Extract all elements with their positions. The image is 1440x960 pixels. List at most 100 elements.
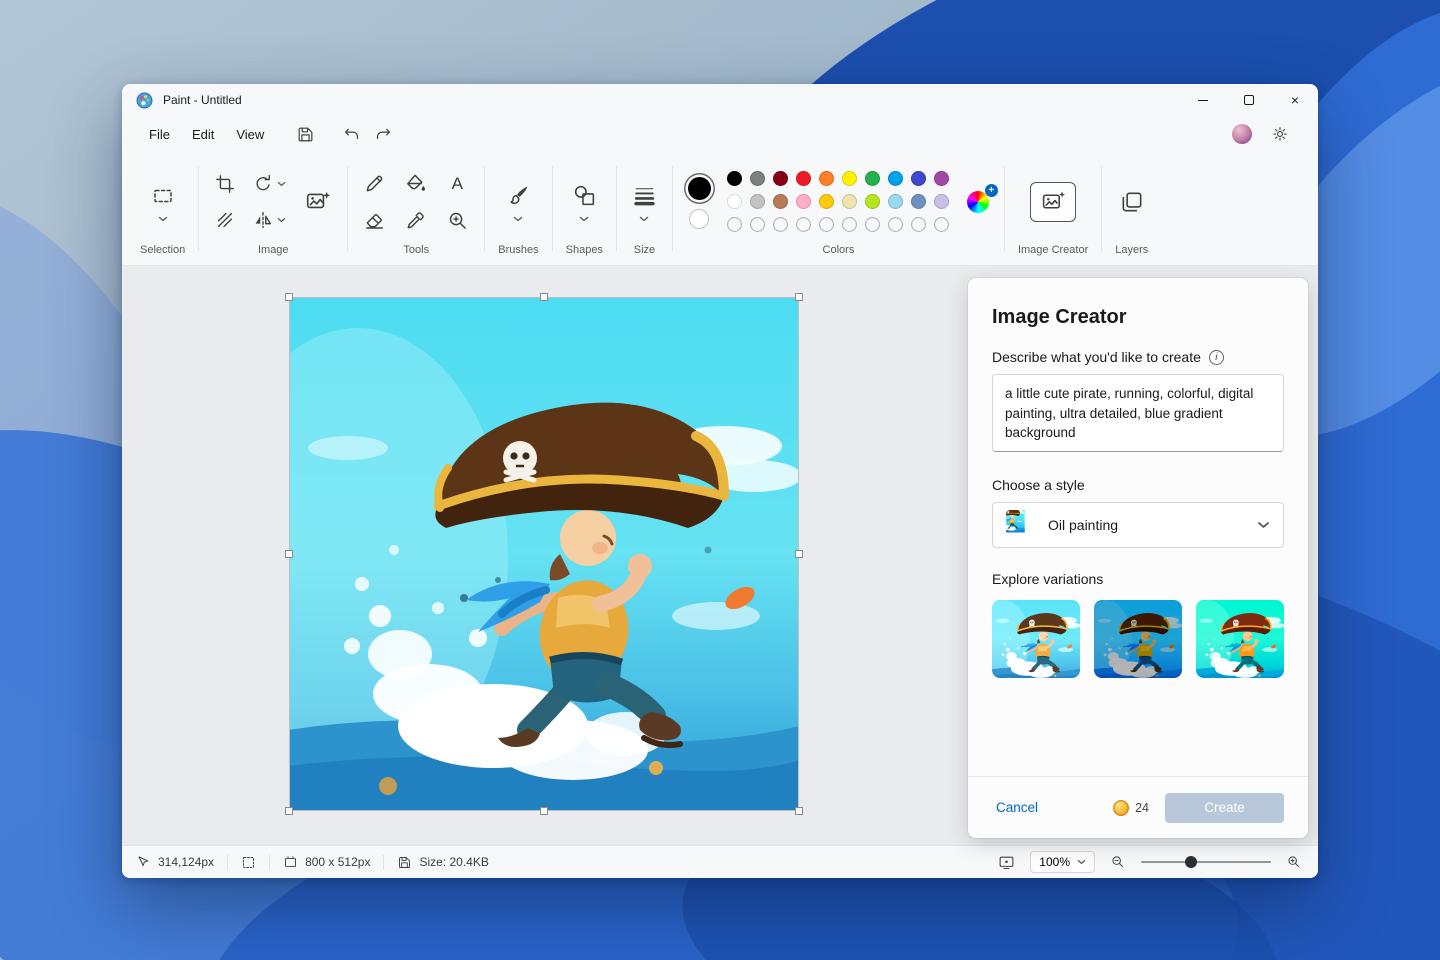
info-icon[interactable]: i <box>1209 350 1224 365</box>
zoom-out-button[interactable] <box>1108 852 1128 872</box>
color-swatch[interactable] <box>773 194 788 209</box>
color-swatch-empty[interactable] <box>842 217 857 232</box>
color-swatch[interactable] <box>865 171 880 186</box>
color-swatch[interactable] <box>727 171 742 186</box>
variation-thumbnail-2[interactable] <box>1094 600 1182 678</box>
canvas[interactable]: Image Creator Describe what you'd like t… <box>122 266 1318 845</box>
selection-handle[interactable] <box>285 550 293 558</box>
minimize-button[interactable] <box>1180 84 1226 116</box>
zoom-slider-handle[interactable] <box>1185 856 1197 868</box>
color-swatch[interactable] <box>819 171 834 186</box>
color-swatch-empty[interactable] <box>819 217 834 232</box>
paint-app-icon <box>136 92 153 109</box>
canvas-dimensions-text: 800 x 512px <box>305 855 370 869</box>
cancel-button[interactable]: Cancel <box>990 796 1044 819</box>
settings-button[interactable] <box>1264 120 1296 148</box>
color-swatch-empty[interactable] <box>911 217 926 232</box>
titlebar[interactable]: Paint - Untitled × <box>122 84 1318 116</box>
pencil-tool-button[interactable] <box>361 170 388 197</box>
foreground-color-swatch[interactable] <box>688 177 711 200</box>
color-swatch-empty[interactable] <box>888 217 903 232</box>
variation-thumbnail-1[interactable] <box>992 600 1080 678</box>
fill-tool-button[interactable] <box>402 170 429 197</box>
shapes-button[interactable] <box>570 181 599 210</box>
color-swatch[interactable] <box>773 171 788 186</box>
save-button[interactable] <box>289 120 321 148</box>
brushes-button[interactable] <box>504 181 533 210</box>
line-size-icon <box>632 183 657 208</box>
chevron-down-icon[interactable] <box>513 216 523 222</box>
prompt-textarea[interactable]: a little cute pirate, running, colorful,… <box>992 374 1284 452</box>
color-swatch[interactable] <box>819 194 834 209</box>
selection-handle[interactable] <box>540 807 548 815</box>
color-swatch[interactable] <box>727 194 742 209</box>
selection-handle[interactable] <box>795 807 803 815</box>
selection-handle[interactable] <box>795 550 803 558</box>
chevron-down-icon[interactable] <box>579 216 589 222</box>
color-swatch[interactable] <box>842 194 857 209</box>
color-swatch[interactable] <box>911 194 926 209</box>
rotate-button[interactable] <box>250 171 288 197</box>
redo-button[interactable] <box>367 120 399 148</box>
layers-button[interactable] <box>1117 187 1147 217</box>
color-swatch[interactable] <box>911 171 926 186</box>
background-color-swatch[interactable] <box>689 209 709 229</box>
undo-button[interactable] <box>335 120 367 148</box>
zoom-slider[interactable] <box>1141 852 1271 872</box>
maximize-button[interactable] <box>1226 84 1272 116</box>
image-creator-icon <box>1040 189 1067 214</box>
style-value: Oil painting <box>1048 517 1118 533</box>
color-swatch[interactable] <box>934 194 949 209</box>
selection-handle[interactable] <box>285 293 293 301</box>
color-swatch[interactable] <box>888 194 903 209</box>
zoom-level-dropdown[interactable]: 100% <box>1030 851 1095 873</box>
eraser-tool-button[interactable] <box>361 207 388 234</box>
menu-view[interactable]: View <box>225 122 275 147</box>
magnifier-tool-button[interactable] <box>443 207 471 234</box>
color-picker-tool-button[interactable] <box>402 207 429 234</box>
color-swatch-empty[interactable] <box>796 217 811 232</box>
color-swatch-empty[interactable] <box>773 217 788 232</box>
create-button[interactable]: Create <box>1165 793 1284 823</box>
selection-handle[interactable] <box>540 293 548 301</box>
size-button[interactable] <box>630 181 659 210</box>
remove-background-button[interactable] <box>302 187 334 217</box>
user-avatar[interactable] <box>1232 124 1252 144</box>
color-swatch-empty[interactable] <box>934 217 949 232</box>
color-swatch[interactable] <box>842 171 857 186</box>
canvas-image[interactable] <box>290 298 798 810</box>
chevron-down-icon[interactable] <box>158 216 168 222</box>
flip-button[interactable] <box>250 207 288 233</box>
fit-to-screen-button[interactable] <box>996 852 1017 873</box>
selection-handle[interactable] <box>795 293 803 301</box>
describe-label: Describe what you'd like to create <box>992 349 1201 365</box>
color-swatch[interactable] <box>865 194 880 209</box>
selection-handle[interactable] <box>285 807 293 815</box>
color-swatch[interactable] <box>796 194 811 209</box>
image-creator-button[interactable] <box>1030 182 1076 222</box>
color-swatch[interactable] <box>888 171 903 186</box>
crop-button[interactable] <box>212 171 238 197</box>
color-swatch-empty[interactable] <box>865 217 880 232</box>
zoom-slider-track[interactable] <box>1141 861 1271 863</box>
selection-tool-button[interactable] <box>149 182 177 210</box>
menu-file[interactable]: File <box>138 122 181 147</box>
zoom-in-button[interactable] <box>1284 852 1304 872</box>
close-button[interactable]: × <box>1272 84 1318 116</box>
color-swatch-empty[interactable] <box>750 217 765 232</box>
text-tool-button[interactable]: A <box>443 173 471 194</box>
color-swatch-empty[interactable] <box>727 217 742 232</box>
menu-edit[interactable]: Edit <box>181 122 225 147</box>
style-dropdown[interactable]: Oil painting <box>992 502 1284 548</box>
selected-image[interactable] <box>290 298 798 810</box>
color-swatch[interactable] <box>750 194 765 209</box>
resize-skew-button[interactable] <box>212 207 238 233</box>
redo-icon <box>374 125 393 144</box>
chevron-down-icon[interactable] <box>639 216 649 222</box>
color-swatch[interactable] <box>796 171 811 186</box>
color-swatch[interactable] <box>750 171 765 186</box>
color-swatch[interactable] <box>934 171 949 186</box>
selection-size <box>241 855 256 870</box>
variation-thumbnail-3[interactable] <box>1196 600 1284 678</box>
edit-colors-button[interactable]: + <box>967 190 991 214</box>
